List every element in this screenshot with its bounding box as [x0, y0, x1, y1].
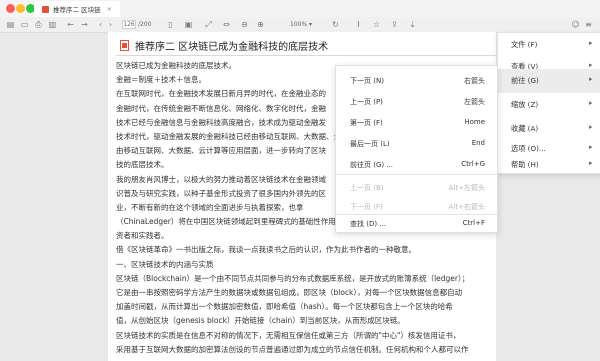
pdf-icon — [42, 5, 49, 13]
chevron-right-icon: ▸ — [589, 143, 593, 151]
minimize-window-button[interactable] — [16, 4, 25, 13]
arrow-right-icon[interactable]: → — [80, 20, 89, 29]
submenu-find[interactable]: 查找 (D) ... Ctrl+F — [336, 213, 497, 233]
menu-item-zoom[interactable]: 缩放 (Z) ▸ — [498, 93, 600, 117]
menu-icon[interactable]: ≡ — [584, 20, 593, 29]
open-file-icon[interactable]: ▤ — [6, 20, 15, 29]
text-line: 一、区块链技术的内涵与实质 — [116, 259, 214, 269]
text-line: 区块链（Blockchain）是一个由不同节点共同参与的分布式数据库系统，是开放… — [116, 273, 470, 283]
text-line: 区块链技术的实质是在信息不对称的情况下，无需相互保信任或第三方（所谓的"中心"）… — [116, 330, 461, 340]
favorite-star-icon[interactable]: ☆ — [372, 20, 381, 29]
heading-text: 推荐序二 区块链已成为金融科技的底层技术 — [135, 42, 329, 53]
chevron-right-icon: ▸ — [589, 123, 593, 131]
submenu-next-page[interactable]: 下一页 (N) 右箭头 — [336, 70, 497, 90]
rotate-icon[interactable]: ↻ — [331, 20, 340, 29]
chevron-right-icon: ▸ — [589, 61, 593, 69]
fit-width-icon[interactable]: ⇔ — [222, 20, 231, 29]
text-line: 值，从创始区块（genesis block）开始链接（chain）到当前区块，从… — [116, 316, 405, 326]
chevron-right-icon: ▸ — [589, 99, 593, 107]
text-line: 借《区块链革命》一书出版之际，我谈一点我读书之后的认识，作为此书作者的一种敬意。 — [116, 245, 416, 255]
next-page-icon[interactable]: › — [106, 20, 115, 29]
page-number-input[interactable]: 126 — [122, 20, 136, 29]
document-heading: 推荐序二 区块链已成为金融科技的底层技术 — [120, 38, 328, 53]
go-submenu: 下一页 (N) 右箭头 上一页 (P) 左箭头 第一页 (F) Home 最后一… — [335, 65, 498, 233]
tab-close-icon[interactable]: × — [107, 5, 112, 13]
zoom-select[interactable]: 100% ▾ — [290, 20, 312, 29]
main-menu: 文件 (F) ▸ 查看 (V) ▸ 前往 (G) ▸ 缩放 (Z) ▸ 收藏 (… — [497, 32, 600, 174]
chevron-right-icon: ▸ — [589, 75, 593, 83]
text-line: 采用基于互联网大数据的加密算法创设的节点普遍通过即为成立的节点信任机制。任何机构… — [116, 344, 469, 354]
close-window-button[interactable] — [6, 4, 15, 13]
heading-divider — [116, 55, 496, 56]
zoom-in-icon[interactable]: ⊕ — [256, 20, 265, 29]
text-line: 它是由一串按照密码学方法产生的数据块或数据包组成，即区块（block），对每一个… — [116, 288, 463, 297]
submenu-go-to-page[interactable]: 前往页 (G) ... Ctrl+G — [336, 154, 497, 174]
continuous-page-icon[interactable]: ▣ — [184, 20, 193, 29]
menu-item-go[interactable]: 前往 (G) ▸ — [498, 69, 600, 93]
submenu-last-page[interactable]: 最后一页 (L) End — [336, 133, 497, 153]
chevron-right-icon: ▸ — [589, 39, 593, 47]
prev-page-icon[interactable]: ‹ — [96, 20, 105, 29]
submenu-first-page[interactable]: 第一页 (F) Home — [336, 112, 497, 132]
tab-title: 推荐序二 区块链 — [53, 6, 101, 14]
share-icon[interactable]: ⇪ — [390, 20, 399, 29]
sidebar-icon[interactable]: ▥ — [48, 20, 57, 29]
menu-item-help[interactable]: 帮助 (H) ▸ — [498, 153, 600, 177]
submenu-back[interactable]: 上一页 (B) Alt+左箭头 — [336, 177, 497, 197]
menu-item-file[interactable]: 文件 (F) ▸ — [498, 33, 600, 57]
text-line: 加盖时间戳，从而计算出一个数据加密数值，即哈希值（hash）。每一个区块都包含上… — [116, 302, 453, 312]
title-bar: 推荐序二 区块链 × — [0, 0, 600, 17]
submenu-divider — [336, 174, 497, 175]
arrow-left-icon[interactable]: ← — [66, 20, 75, 29]
user-account-icon[interactable]: ☺ — [571, 20, 580, 29]
print-icon[interactable]: ⎙ — [34, 20, 43, 29]
page-total: /200 — [138, 21, 152, 28]
document-tab[interactable]: 推荐序二 区块链 × — [34, 1, 121, 17]
text-select-icon[interactable]: I — [354, 20, 363, 29]
download-icon[interactable]: ⤓ — [408, 20, 417, 29]
toolbar: ▤ ▭ ⎙ ▥ ← → ‹ › 126/200 ▯ ▣ ⤢ ⇔ ⊖ ⊕ 100%… — [0, 17, 600, 33]
pdf-doc-icon — [120, 40, 129, 51]
folder-icon[interactable]: ▭ — [20, 20, 29, 29]
chevron-right-icon: ▸ — [589, 159, 593, 167]
submenu-previous-page[interactable]: 上一页 (P) 左箭头 — [336, 91, 497, 111]
zoom-out-icon[interactable]: ⊖ — [240, 20, 249, 29]
single-page-icon[interactable]: ▯ — [166, 20, 175, 29]
fit-page-icon[interactable]: ⤢ — [204, 20, 213, 29]
page-navigator: 126/200 — [122, 20, 152, 29]
